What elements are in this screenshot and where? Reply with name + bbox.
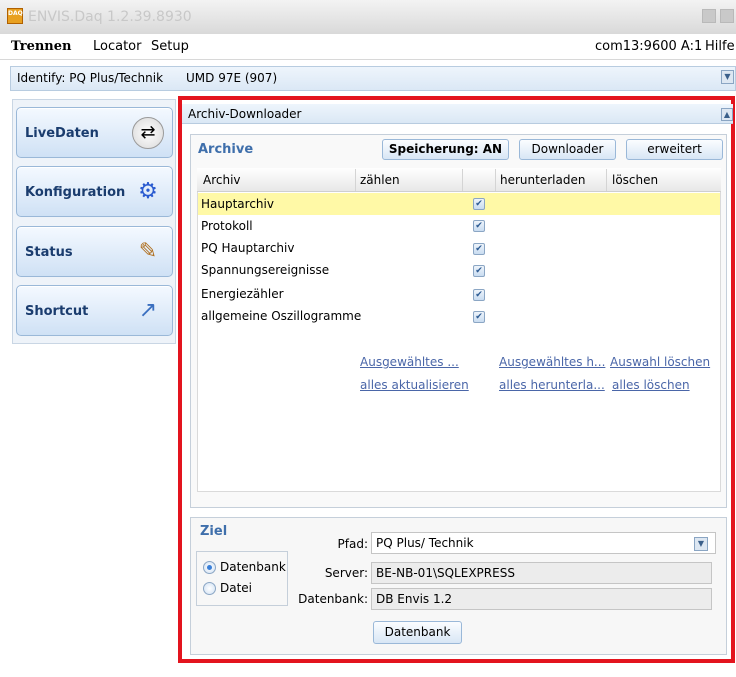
ziel-heading: Ziel xyxy=(200,524,228,539)
gears-icon: ⚙ xyxy=(138,179,158,204)
download-selected-link[interactable]: Ausgewähltes h... xyxy=(499,355,605,369)
column-zaehlen[interactable]: zählen xyxy=(360,173,400,187)
table-row[interactable] xyxy=(198,193,720,215)
connection-status: com13:9600 A:1 xyxy=(595,39,703,54)
column-divider xyxy=(462,169,463,191)
column-loeschen[interactable]: löschen xyxy=(612,173,658,187)
server-label: Server: xyxy=(324,566,368,580)
delete-selected-link[interactable]: Auswahl löschen xyxy=(610,355,710,369)
speicherung-button[interactable]: Speicherung: AN xyxy=(382,139,509,160)
app-icon: DAQ xyxy=(7,8,23,24)
row-checkbox[interactable]: ✔ xyxy=(473,243,485,255)
chevron-down-icon[interactable]: ▼ xyxy=(721,70,734,84)
radio-datenbank-label[interactable]: Datenbank xyxy=(220,560,286,574)
chevron-up-icon[interactable]: ▲ xyxy=(721,108,733,121)
row-label: Hauptarchiv xyxy=(201,197,274,211)
count-selected-link[interactable]: Ausgewähltes ... xyxy=(360,355,459,369)
row-label: allgemeine Oszillogramme xyxy=(201,309,362,323)
menu-hilfe[interactable]: Hilfe xyxy=(705,39,735,54)
datenbank-label: Datenbank: xyxy=(298,592,368,606)
row-label: PQ Hauptarchiv xyxy=(201,241,295,255)
archive-heading: Archive xyxy=(198,142,254,157)
close-button[interactable] xyxy=(720,9,734,23)
download-all-link[interactable]: alles herunterla... xyxy=(499,378,605,392)
identify-device: UMD 97E (907) xyxy=(186,71,278,85)
downloader-title: Archiv-Downloader xyxy=(188,107,302,121)
row-label: Energiezähler xyxy=(201,287,284,301)
radio-datenbank[interactable] xyxy=(203,561,216,574)
datenbank-field: DB Envis 1.2 xyxy=(371,588,712,610)
server-field: BE-NB-01\SQLEXPRESS xyxy=(371,562,712,584)
column-divider xyxy=(606,169,607,191)
datenbank-button[interactable]: Datenbank xyxy=(373,621,462,644)
erweitert-button[interactable]: erweitert xyxy=(626,139,723,160)
table-row[interactable] xyxy=(198,215,720,237)
row-checkbox[interactable]: ✔ xyxy=(473,311,485,323)
nav-shortcut-button[interactable]: Shortcut ↗ xyxy=(16,285,173,336)
radio-datei[interactable] xyxy=(203,582,216,595)
row-label: Protokoll xyxy=(201,219,253,233)
row-checkbox[interactable]: ✔ xyxy=(473,198,485,210)
column-herunterladen[interactable]: herunterladen xyxy=(500,173,585,187)
row-checkbox[interactable]: ✔ xyxy=(473,289,485,301)
nav-shortcut-label: Shortcut xyxy=(25,304,89,319)
pfad-label: Pfad: xyxy=(337,537,368,551)
nav-status-label: Status xyxy=(25,245,73,260)
delete-all-link[interactable]: alles löschen xyxy=(612,378,690,392)
column-divider xyxy=(355,169,356,191)
minimize-button[interactable] xyxy=(702,9,716,23)
nav-livedaten-label: LiveDaten xyxy=(25,126,99,141)
column-divider xyxy=(495,169,496,191)
chevron-down-icon[interactable]: ▼ xyxy=(694,537,708,551)
row-checkbox[interactable]: ✔ xyxy=(473,265,485,277)
row-checkbox[interactable]: ✔ xyxy=(473,220,485,232)
menu-setup[interactable]: Setup xyxy=(151,39,189,54)
shortcut-icon: ↗ xyxy=(138,298,158,323)
identify-label: Identify: PQ Plus/Technik xyxy=(17,71,164,85)
menu-locator[interactable]: Locator xyxy=(93,39,141,54)
window-title: ENVIS.Daq 1.2.39.8930 xyxy=(28,9,192,25)
nav-konfiguration-button[interactable]: Konfiguration ⚙ xyxy=(16,166,173,217)
notepad-pen-icon: ✎ xyxy=(138,239,158,264)
nav-status-button[interactable]: Status ✎ xyxy=(16,226,173,277)
nav-livedaten-button[interactable]: LiveDaten ⇄ xyxy=(16,107,173,158)
pfad-select[interactable]: PQ Plus/ Technik xyxy=(371,532,716,554)
nav-konfiguration-label: Konfiguration xyxy=(25,185,126,200)
downloader-button[interactable]: Downloader xyxy=(519,139,616,160)
menu-trennen[interactable]: Trennen xyxy=(11,39,71,54)
radio-datei-label[interactable]: Datei xyxy=(220,581,252,595)
row-label: Spannungsereignisse xyxy=(201,263,330,277)
count-all-link[interactable]: alles aktualisieren xyxy=(360,378,469,392)
column-archiv[interactable]: Archiv xyxy=(203,173,241,187)
refresh-icon: ⇄ xyxy=(132,117,164,149)
